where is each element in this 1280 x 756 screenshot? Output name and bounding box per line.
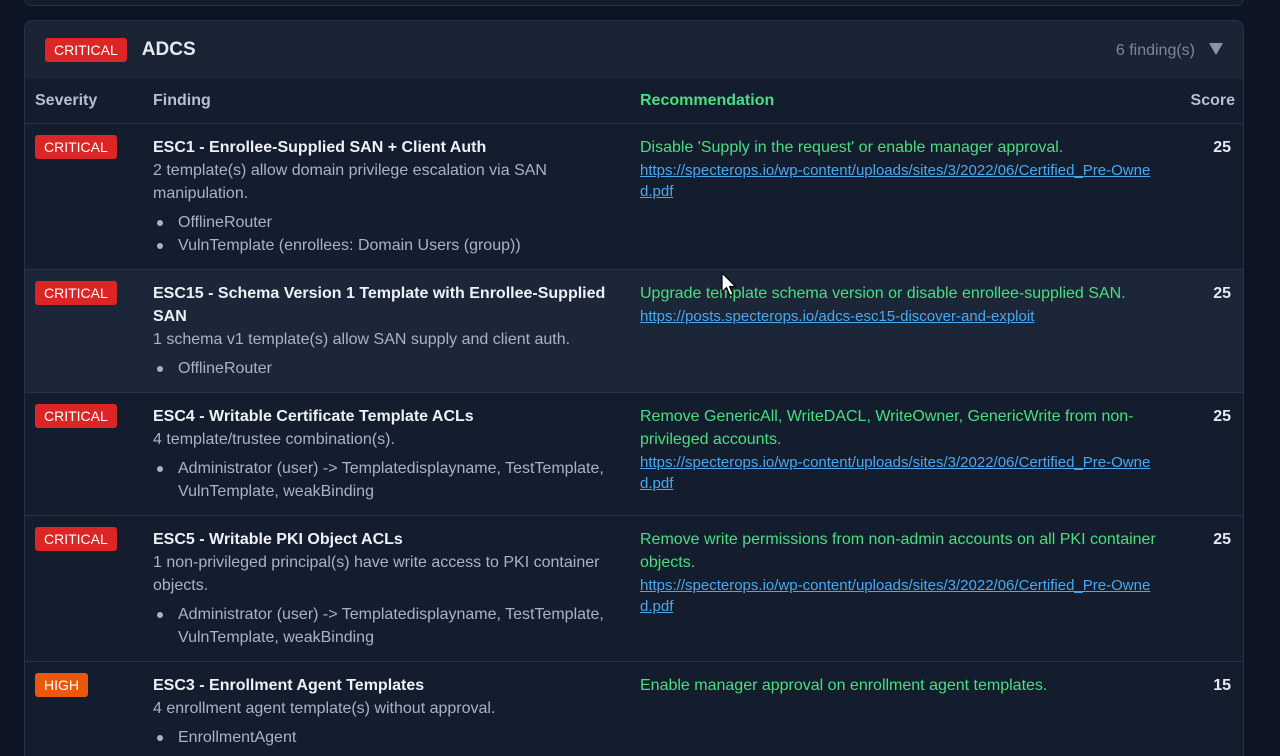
finding-description: 1 schema v1 template(s) allow SAN supply… [153,330,571,348]
section-severity-badge: CRITICAL [45,38,127,62]
reference-link[interactable]: https://specterops.io/wp-content/uploads… [640,160,1160,202]
reference-link[interactable]: https://specterops.io/wp-content/uploads… [640,575,1160,617]
adcs-section-card: CRITICAL ADCS 6 finding(s) Severity Find… [24,20,1244,756]
finding-cell: ESC5 - Writable PKI Object ACLs 1 non-pr… [143,515,630,661]
recommendation-cell: Remove GenericAll, WriteDACL, WriteOwner… [630,392,1170,515]
finding-cell: ESC3 - Enrollment Agent Templates 4 enro… [143,661,630,756]
finding-cell: ESC15 - Schema Version 1 Template with E… [143,269,630,392]
recommendation-text: Disable 'Supply in the request' or enabl… [640,138,1064,156]
finding-title: ESC15 - Schema Version 1 Template with E… [153,284,606,325]
reference-link[interactable]: https://posts.specterops.io/adcs-esc15-d… [640,306,1160,327]
affected-objects-list: OfflineRouter VulnTemplate (enrollees: Do… [153,211,620,257]
recommendation-cell: Enable manager approval on enrollment ag… [630,661,1170,756]
table-row[interactable]: CRITICAL ESC1 - Enrollee-Supplied SAN + … [25,123,1243,269]
affected-object-item: EnrollmentAgent [153,726,620,749]
finding-description: 4 template/trustee combination(s). [153,430,395,448]
section-title: ADCS [141,39,196,60]
recommendation-column-header: Recommendation [640,91,775,109]
severity-cell: CRITICAL [25,392,143,515]
recommendation-cell: Remove write permissions from non-admin … [630,515,1170,661]
severity-column-header: Severity [35,91,98,109]
table-row[interactable]: CRITICAL ESC4 - Writable Certificate Tem… [25,392,1243,515]
finding-title: ESC5 - Writable PKI Object ACLs [153,530,403,548]
score-column-header: Score [1190,91,1235,109]
table-row[interactable]: CRITICAL ESC5 - Writable PKI Object ACLs… [25,515,1243,661]
recommendation-cell: Upgrade template schema version or disab… [630,269,1170,392]
affected-objects-list: Administrator (user) -> Templatedisplayn… [153,603,620,649]
recommendation-text: Upgrade template schema version or disab… [640,284,1126,302]
severity-badge: HIGH [35,672,88,697]
chevron-down-icon[interactable] [1209,43,1223,55]
finding-description: 1 non-privileged principal(s) have write… [153,553,600,594]
table-row[interactable]: CRITICAL ESC15 - Schema Version 1 Templa… [25,269,1243,392]
severity-badge: CRITICAL [35,280,117,305]
reference-link[interactable]: https://specterops.io/wp-content/uploads… [640,452,1160,494]
findings-table: Severity Finding Recommendation Score CR… [25,79,1243,756]
recommendation-text: Enable manager approval on enrollment ag… [640,676,1048,694]
finding-description: 4 enrollment agent template(s) without a… [153,699,496,717]
finding-description: 2 template(s) allow domain privilege esc… [153,161,547,202]
severity-cell: HIGH [25,661,143,756]
affected-objects-list: EnrollmentAgent [153,726,620,749]
affected-object-item: VulnTemplate (enrollees: Domain Users (g… [153,234,620,257]
affected-objects-list: OfflineRouter [153,357,620,380]
mouse-cursor-icon [721,272,737,297]
affected-object-item: Administrator (user) -> Templatedisplayn… [153,603,620,649]
recommendation-cell: Disable 'Supply in the request' or enabl… [630,123,1170,269]
section-header[interactable]: CRITICAL ADCS 6 finding(s) [25,21,1243,79]
score-cell: 25 [1213,284,1231,302]
finding-cell: ESC1 - Enrollee-Supplied SAN + Client Au… [143,123,630,269]
affected-objects-list: Administrator (user) -> Templatedisplayn… [153,457,620,503]
finding-cell: ESC4 - Writable Certificate Template ACL… [143,392,630,515]
affected-object-item: Administrator (user) -> Templatedisplayn… [153,457,620,503]
score-cell: 15 [1213,676,1231,694]
severity-cell: CRITICAL [25,515,143,661]
recommendation-text: Remove write permissions from non-admin … [640,530,1156,571]
finding-title: ESC3 - Enrollment Agent Templates [153,676,425,694]
finding-column-header: Finding [153,91,211,109]
affected-object-item: OfflineRouter [153,211,620,234]
severity-cell: CRITICAL [25,269,143,392]
score-cell: 25 [1213,138,1231,156]
score-cell: 25 [1213,407,1231,425]
score-cell: 25 [1213,530,1231,548]
severity-badge: CRITICAL [35,526,117,551]
finding-title: ESC4 - Writable Certificate Template ACL… [153,407,474,425]
severity-badge: CRITICAL [35,134,117,159]
severity-badge: CRITICAL [35,403,117,428]
previous-section-card [24,0,1244,6]
table-row[interactable]: HIGH ESC3 - Enrollment Agent Templates 4… [25,661,1243,756]
severity-cell: CRITICAL [25,123,143,269]
table-header-row: Severity Finding Recommendation Score [25,79,1243,123]
affected-object-item: OfflineRouter [153,357,620,380]
recommendation-text: Remove GenericAll, WriteDACL, WriteOwner… [640,407,1134,448]
findings-count: 6 finding(s) [1115,42,1195,59]
finding-title: ESC1 - Enrollee-Supplied SAN + Client Au… [153,138,487,156]
